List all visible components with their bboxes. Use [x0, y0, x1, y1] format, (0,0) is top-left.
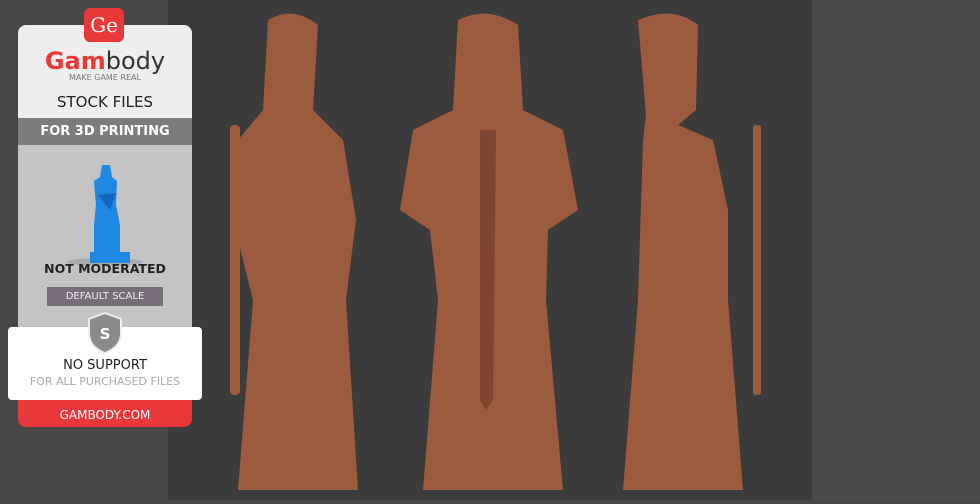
gambody-logo: Ge [84, 8, 124, 42]
model-views [230, 13, 761, 490]
tagline: MAKE GAME REAL [69, 73, 141, 82]
model-side-view-right [623, 13, 761, 490]
figurine-icon [67, 165, 143, 266]
moderation-status: NOT MODERATED [44, 261, 166, 276]
model-side-view-left [230, 13, 358, 490]
badge-title: STOCK FILES [57, 93, 153, 111]
background-panel [812, 0, 980, 500]
brand-name: Gambody [44, 47, 166, 75]
model-front-view [400, 13, 578, 490]
scale-label: DEFAULT SCALE [47, 287, 163, 306]
gambody-badge: Gambody MAKE GAME REAL STOCK FILES Ge FO… [8, 8, 202, 427]
support-note: FOR ALL PURCHASED FILES [29, 375, 181, 388]
model-render-area [168, 0, 812, 500]
badge-subtitle: FOR 3D PRINTING [18, 118, 192, 145]
shield-letter: S [100, 325, 111, 343]
website-link[interactable]: GAMBODY.COM [18, 400, 192, 427]
support-status: NO SUPPORT [63, 358, 147, 373]
shield-icon: S [88, 311, 122, 355]
